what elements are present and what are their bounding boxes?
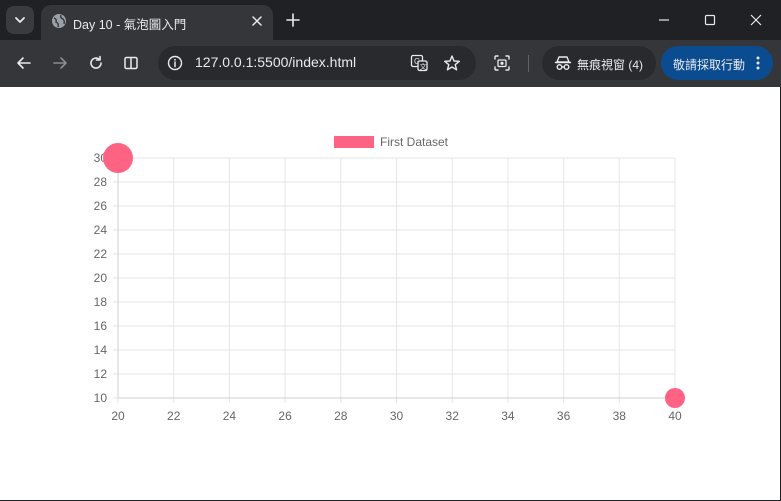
incognito-icon bbox=[554, 56, 572, 70]
y-tick-label: 10 bbox=[94, 391, 108, 405]
tab-search-button[interactable] bbox=[6, 6, 34, 34]
x-tick-label: 36 bbox=[557, 409, 571, 423]
tab-title: Day 10 - 氣泡圖入門 bbox=[73, 18, 187, 32]
back-button[interactable] bbox=[11, 50, 37, 76]
y-tick-label: 26 bbox=[94, 199, 108, 213]
browser-window: Day 10 - 氣泡圖入門 127.0.0.1:5500/index.html… bbox=[0, 0, 781, 501]
x-tick-label: 24 bbox=[223, 409, 237, 423]
y-tick-label: 24 bbox=[94, 223, 108, 237]
reload-button[interactable] bbox=[83, 50, 109, 76]
x-tick-label: 38 bbox=[613, 409, 627, 423]
split-view-icon bbox=[124, 56, 138, 70]
address-bar[interactable]: 127.0.0.1:5500/index.html G 文 bbox=[158, 46, 476, 80]
maximize-icon bbox=[704, 14, 716, 26]
legend-label[interactable]: First Dataset bbox=[380, 135, 449, 149]
close-icon bbox=[252, 16, 262, 26]
x-tick-label: 22 bbox=[167, 409, 181, 423]
tab-close-button[interactable] bbox=[249, 13, 265, 29]
tab-strip: Day 10 - 氣泡圖入門 bbox=[0, 0, 781, 40]
split-view-button[interactable] bbox=[118, 50, 144, 76]
info-icon bbox=[167, 55, 183, 71]
url-text: 127.0.0.1:5500/index.html bbox=[195, 54, 357, 70]
arrow-left-icon bbox=[17, 57, 31, 69]
x-tick-label: 20 bbox=[111, 409, 125, 423]
x-tick-label: 34 bbox=[501, 409, 515, 423]
bubble-point[interactable] bbox=[103, 143, 133, 173]
active-tab[interactable]: Day 10 - 氣泡圖入門 bbox=[41, 5, 273, 40]
y-tick-label: 18 bbox=[94, 295, 108, 309]
plus-icon bbox=[286, 13, 300, 27]
x-tick-label: 40 bbox=[668, 409, 682, 423]
legend-swatch[interactable] bbox=[334, 136, 374, 148]
y-tick-label: 12 bbox=[94, 367, 108, 381]
y-tick-label: 20 bbox=[94, 271, 108, 285]
translate-button[interactable]: G 文 bbox=[410, 54, 428, 72]
bubble-chart: 20 22 24 26 28 30 32 34 36 38 40 10 12 14 16 18 20 22 24 26… bbox=[94, 135, 685, 423]
maximize-button[interactable] bbox=[690, 6, 730, 34]
new-tab-button[interactable] bbox=[283, 10, 303, 30]
incognito-indicator[interactable]: 無痕視窗 (4) bbox=[542, 46, 656, 80]
y-tick-label: 28 bbox=[94, 175, 108, 189]
x-tick-label: 30 bbox=[390, 409, 404, 423]
reload-icon bbox=[90, 55, 102, 69]
arrow-right-icon bbox=[53, 57, 67, 69]
forward-button[interactable] bbox=[47, 50, 73, 76]
screenshot-button[interactable] bbox=[491, 52, 513, 74]
star-icon bbox=[444, 55, 460, 71]
kebab-menu-icon bbox=[756, 56, 760, 70]
x-tick-label: 26 bbox=[278, 409, 292, 423]
toolbar-separator bbox=[528, 55, 529, 72]
minimize-icon bbox=[659, 19, 669, 21]
menu-button[interactable] bbox=[751, 55, 765, 71]
action-required-button[interactable]: 敬請採取行動 bbox=[661, 46, 773, 80]
screen-capture-icon bbox=[494, 55, 510, 71]
close-icon bbox=[750, 14, 762, 26]
chevron-down-icon bbox=[15, 17, 25, 23]
globe-icon bbox=[52, 14, 66, 28]
close-window-button[interactable] bbox=[736, 6, 776, 34]
y-tick-label: 22 bbox=[94, 247, 108, 261]
svg-text:文: 文 bbox=[420, 62, 427, 71]
page-content: 20 22 24 26 28 30 32 34 36 38 40 10 12 14 16 18 20 22 24 26… bbox=[0, 87, 780, 500]
bubble-point[interactable] bbox=[665, 388, 685, 408]
y-tick-label: 16 bbox=[94, 319, 108, 333]
action-label: 敬請採取行動 bbox=[673, 58, 746, 72]
browser-toolbar: 127.0.0.1:5500/index.html G 文 無痕視窗 (4) 敬… bbox=[0, 40, 781, 87]
translate-icon: G 文 bbox=[410, 54, 428, 72]
site-info-button[interactable] bbox=[166, 54, 184, 72]
minimize-button[interactable] bbox=[644, 6, 684, 34]
bookmark-button[interactable] bbox=[443, 54, 461, 72]
y-tick-label: 14 bbox=[94, 343, 108, 357]
x-tick-label: 32 bbox=[446, 409, 460, 423]
x-tick-label: 28 bbox=[334, 409, 348, 423]
incognito-label: 無痕視窗 (4) bbox=[577, 58, 644, 72]
